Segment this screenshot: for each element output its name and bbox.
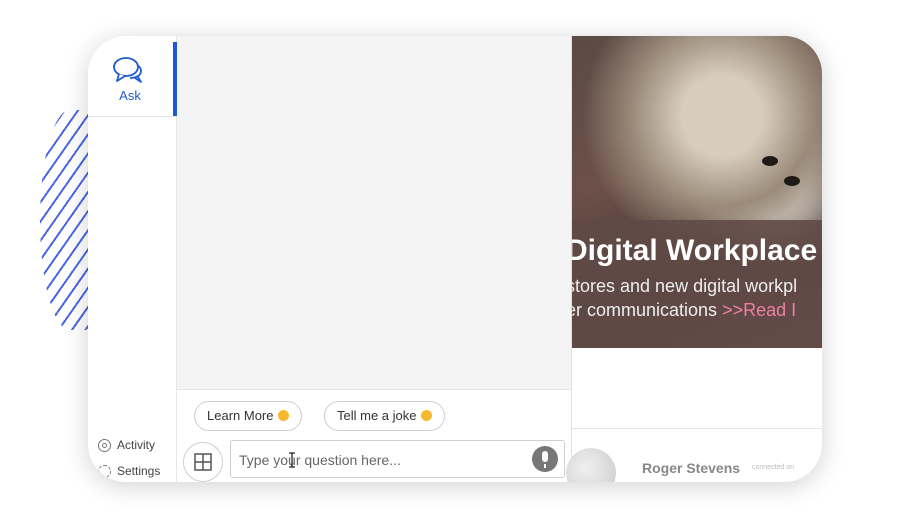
question-input-box	[230, 440, 565, 479]
suggestion-label: Tell me a joke	[337, 408, 417, 423]
sidebar-item-settings[interactable]: Settings	[98, 464, 160, 478]
grid-icon	[194, 453, 212, 471]
sidebar-item-activity[interactable]: Activity	[98, 438, 155, 452]
author-name[interactable]: Roger Stevens	[642, 460, 740, 476]
text-cursor-icon	[289, 452, 295, 468]
winking-face-icon	[421, 410, 433, 421]
nerd-face-icon	[278, 410, 290, 421]
avatar[interactable]	[566, 448, 616, 482]
news-headline: Digital Workplace	[572, 234, 818, 267]
news-subtitle-text: er communications	[572, 300, 723, 320]
question-input[interactable]	[237, 441, 521, 479]
activity-label: Activity	[117, 438, 156, 452]
ask-label: Ask	[119, 88, 141, 103]
apple-seed	[762, 156, 778, 166]
chat-composer: Learn More Tell me a joke	[177, 389, 571, 482]
news-subtitle-line2: er communications >>Read I	[572, 300, 796, 321]
suggestion-learn-more[interactable]: Learn More	[194, 401, 303, 431]
apple-seed	[784, 176, 800, 186]
news-panel: Digital Workplace stores and new digital…	[566, 36, 822, 482]
news-banner-image[interactable]: Digital Workplace stores and new digital…	[572, 36, 822, 348]
suggestion-label: Learn More	[207, 408, 274, 423]
activity-icon	[98, 438, 111, 452]
sidebar-item-ask[interactable]: Ask	[88, 36, 177, 117]
gear-icon	[98, 464, 111, 478]
chat-panel: Learn More Tell me a joke	[177, 36, 572, 482]
sidebar: Ask Activity Settings	[88, 36, 177, 482]
news-subtitle-line1: stores and new digital workpl	[572, 276, 798, 296]
suggestion-tell-joke[interactable]: Tell me a joke	[324, 401, 446, 431]
menu-grid-button[interactable]	[183, 442, 223, 482]
microphone-icon[interactable]	[532, 446, 558, 472]
chat-bubbles-icon	[113, 57, 142, 83]
read-more-link[interactable]: >>Read I	[722, 300, 796, 320]
app-window: Ask Activity Settings Learn More Tell me…	[88, 36, 822, 482]
settings-label: Settings	[117, 464, 161, 478]
divider	[572, 428, 822, 429]
author-meta: connected on	[752, 464, 795, 471]
